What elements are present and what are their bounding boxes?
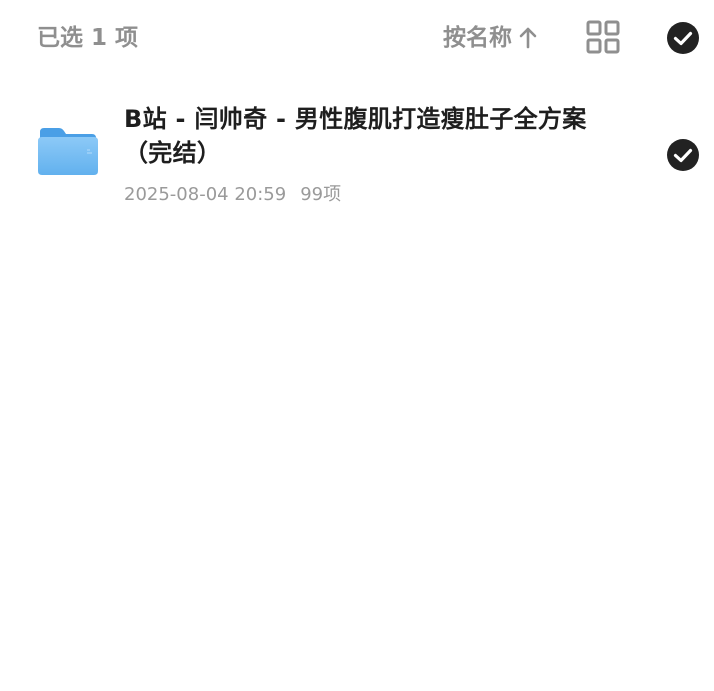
selected-count-label: 已选 1 项 — [37, 25, 139, 51]
file-name: B站 - 闫帅奇 - 男性腹肌打造瘦肚子全方案（完结） — [124, 105, 587, 167]
sort-by-name-button[interactable]: 按名称 — [443, 22, 538, 54]
file-row[interactable]: B站 - 闫帅奇 - 男性腹肌打造瘦肚子全方案（完结） 2025-08-04 2… — [0, 92, 714, 222]
file-picker-page: 已选 1 项 按名称 B站 - 闫帅奇 - 男性腹肌打造瘦肚子全方案（完结） 2… — [0, 0, 714, 691]
file-meta: 2025-08-04 20:59 99项 — [124, 182, 341, 208]
sort-label: 按名称 — [443, 25, 512, 51]
select-all-check-icon[interactable] — [666, 21, 700, 55]
folder-icon — [38, 128, 98, 175]
selection-header: 已选 1 项 按名称 — [0, 0, 714, 78]
file-date: 2025-08-04 20:59 — [124, 184, 287, 205]
grid-view-icon[interactable] — [586, 20, 620, 54]
arrow-up-icon — [519, 27, 537, 49]
row-selected-check-icon[interactable] — [666, 138, 700, 172]
file-item-count: 99项 — [300, 184, 342, 205]
